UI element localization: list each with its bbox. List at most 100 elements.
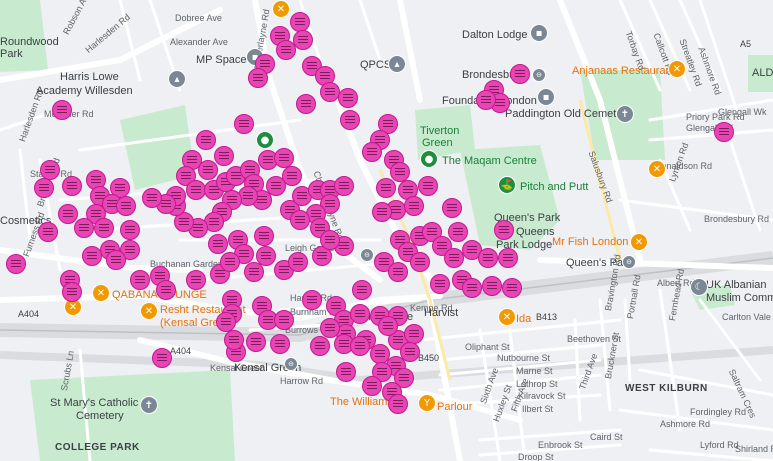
property-marker[interactable] [152, 348, 172, 368]
property-marker[interactable] [198, 160, 218, 180]
property-marker[interactable] [376, 178, 396, 198]
property-marker[interactable] [320, 82, 340, 102]
property-marker[interactable] [38, 222, 58, 242]
property-marker[interactable] [116, 196, 136, 216]
building-icon[interactable]: ▪ [530, 24, 548, 42]
property-marker[interactable] [338, 88, 358, 108]
property-marker[interactable] [714, 122, 734, 142]
property-marker[interactable] [476, 90, 496, 110]
property-marker[interactable] [290, 12, 310, 32]
property-marker[interactable] [448, 222, 468, 242]
restaurant-icon[interactable]: ✕ [648, 160, 666, 178]
property-marker[interactable] [310, 336, 330, 356]
restaurant-icon[interactable]: ✕ [140, 302, 158, 320]
property-marker[interactable] [388, 262, 408, 282]
bar-icon[interactable]: Y [418, 394, 436, 412]
property-marker[interactable] [388, 394, 408, 414]
restaurant-icon[interactable]: ✕ [630, 233, 648, 251]
property-marker[interactable] [288, 252, 308, 272]
property-marker[interactable] [186, 270, 206, 290]
property-marker[interactable] [130, 270, 150, 290]
property-marker[interactable] [270, 334, 290, 354]
property-marker[interactable] [246, 332, 266, 352]
property-marker[interactable] [372, 202, 392, 222]
building-icon[interactable]: ▪ [537, 88, 555, 106]
property-marker[interactable] [120, 220, 140, 240]
property-marker[interactable] [418, 176, 438, 196]
station-icon[interactable]: ⊖ [284, 357, 298, 371]
station-icon[interactable]: ⊖ [622, 255, 636, 269]
property-marker[interactable] [220, 252, 240, 272]
property-marker[interactable] [234, 114, 254, 134]
property-marker[interactable] [462, 278, 482, 298]
property-marker[interactable] [82, 246, 102, 266]
station-icon[interactable]: ⊖ [360, 248, 374, 262]
property-marker[interactable] [293, 30, 313, 50]
property-marker[interactable] [224, 330, 244, 350]
property-marker[interactable] [390, 162, 410, 182]
property-marker[interactable] [444, 248, 464, 268]
property-marker[interactable] [186, 180, 206, 200]
property-marker[interactable] [254, 226, 274, 246]
property-marker[interactable] [340, 110, 360, 130]
restaurant-icon[interactable]: ✕ [272, 0, 290, 18]
station-icon[interactable]: ⊖ [532, 68, 546, 82]
property-marker[interactable] [74, 218, 94, 238]
property-marker[interactable] [6, 254, 26, 274]
property-marker[interactable] [404, 324, 424, 344]
property-marker[interactable] [378, 316, 398, 336]
property-marker[interactable] [478, 248, 498, 268]
property-marker[interactable] [404, 196, 424, 216]
property-marker[interactable] [196, 130, 216, 150]
property-marker[interactable] [442, 198, 462, 218]
property-marker[interactable] [214, 146, 234, 166]
school-icon[interactable]: ▴ [168, 70, 186, 88]
property-marker[interactable] [502, 278, 522, 298]
property-marker[interactable] [494, 220, 514, 240]
property-marker[interactable] [34, 178, 54, 198]
school-icon[interactable]: ▴ [388, 55, 406, 73]
property-marker[interactable] [320, 318, 340, 338]
park-icon[interactable]: ● [256, 131, 274, 149]
restaurant-icon[interactable]: ✕ [668, 60, 686, 78]
property-marker[interactable] [350, 336, 370, 356]
property-marker[interactable] [256, 246, 276, 266]
property-marker[interactable] [106, 250, 126, 270]
property-marker[interactable] [94, 218, 114, 238]
property-marker[interactable] [52, 100, 72, 120]
golf-icon[interactable]: ⛳ [498, 176, 516, 194]
property-marker[interactable] [248, 68, 268, 88]
property-marker[interactable] [362, 376, 382, 396]
map-canvas[interactable]: Robson Ave Harlesden Rd Dobree Ave Alexande… [0, 0, 773, 461]
property-marker[interactable] [208, 234, 228, 254]
property-marker[interactable] [274, 148, 294, 168]
property-marker[interactable] [336, 362, 356, 382]
property-marker[interactable] [274, 310, 294, 330]
property-marker[interactable] [320, 230, 340, 250]
property-marker[interactable] [62, 282, 82, 302]
mosque-icon[interactable]: ☾ [690, 278, 708, 296]
property-marker[interactable] [352, 280, 372, 300]
restaurant-icon[interactable]: ✕ [92, 284, 110, 302]
cemetery-icon[interactable]: ✝ [616, 105, 634, 123]
property-marker[interactable] [276, 40, 296, 60]
property-marker[interactable] [216, 312, 236, 332]
property-marker[interactable] [498, 248, 518, 268]
property-marker[interactable] [290, 210, 310, 230]
park-icon[interactable]: ● [420, 150, 438, 168]
property-marker[interactable] [410, 252, 430, 272]
property-marker[interactable] [156, 280, 176, 300]
property-marker[interactable] [482, 276, 502, 296]
property-marker[interactable] [334, 176, 354, 196]
cemetery-icon[interactable]: ✝ [140, 396, 158, 414]
property-marker[interactable] [510, 64, 530, 84]
restaurant-icon[interactable]: ✕ [498, 308, 516, 326]
property-marker[interactable] [40, 160, 60, 180]
property-marker[interactable] [362, 142, 382, 162]
property-marker[interactable] [302, 290, 322, 310]
property-marker[interactable] [62, 176, 82, 196]
property-marker[interactable] [296, 94, 316, 114]
property-marker[interactable] [142, 188, 162, 208]
property-marker[interactable] [430, 274, 450, 294]
property-marker[interactable] [350, 304, 370, 324]
